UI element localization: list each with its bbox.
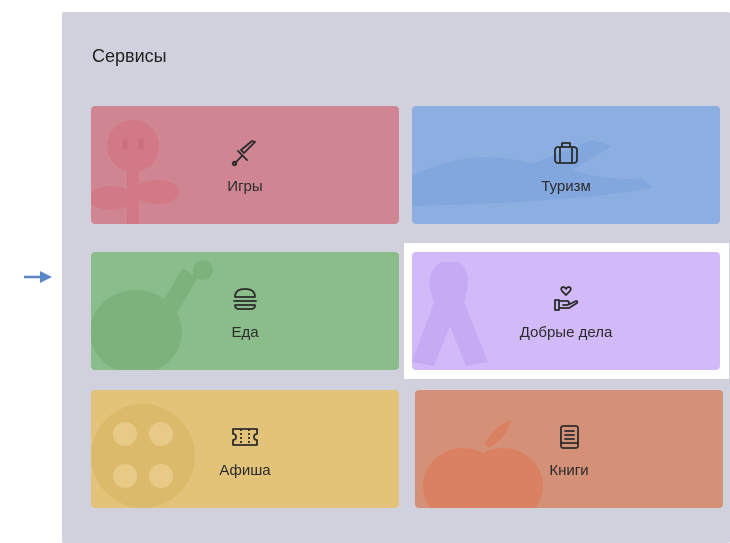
- tile-label: Игры: [227, 178, 263, 195]
- tile-tourism[interactable]: Туризм: [412, 106, 720, 224]
- page: Сервисы Игры Туризм Еда Добрые дела Афиш…: [0, 0, 730, 543]
- tile-games[interactable]: Игры: [91, 106, 399, 224]
- heart-hand-icon: [554, 286, 579, 311]
- tile-label: Добрые дела: [519, 324, 613, 341]
- sword-icon: [231, 140, 256, 167]
- tile-label: Книги: [549, 462, 589, 479]
- tile-food[interactable]: Еда: [91, 252, 399, 370]
- pointer-arrow-icon: [24, 271, 52, 283]
- tile-label: Еда: [231, 324, 259, 341]
- panel-title: Сервисы: [92, 46, 167, 66]
- ticket-icon: [232, 428, 258, 446]
- tile-good-deeds[interactable]: Добрые дела: [412, 252, 720, 370]
- services-panel: Сервисы Игры Туризм Еда Добрые дела Афиш…: [62, 12, 730, 543]
- tile-events[interactable]: Афиша: [91, 390, 399, 508]
- book-icon: [560, 425, 579, 449]
- tile-books[interactable]: Книги: [415, 390, 723, 508]
- tile-label: Афиша: [219, 462, 271, 479]
- tile-label: Туризм: [541, 178, 591, 195]
- suitcase-icon: [554, 142, 578, 164]
- burger-icon: [233, 288, 257, 310]
